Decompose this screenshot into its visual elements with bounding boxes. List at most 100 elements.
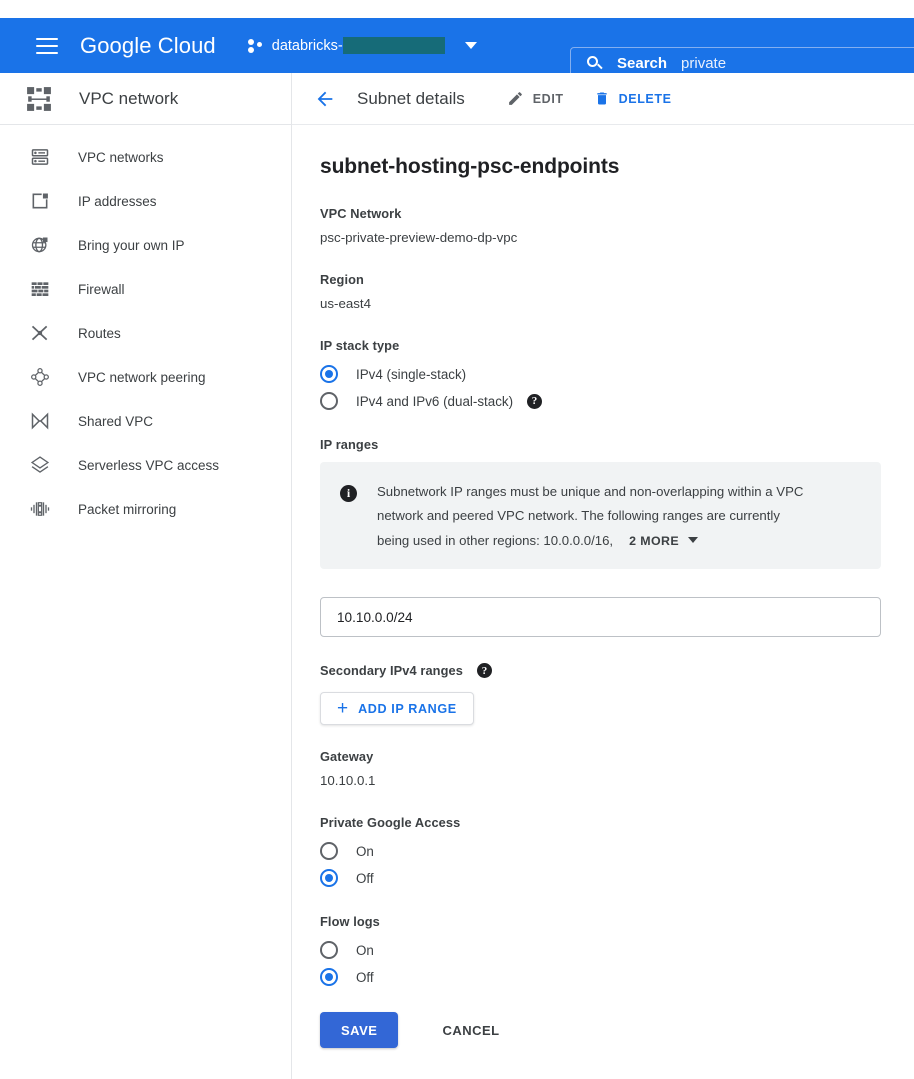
sidebar-item-shared-vpc[interactable]: Shared VPC	[0, 399, 291, 443]
sidebar: VPC network VPC networks IP addresses Br…	[0, 73, 292, 1079]
radio-button[interactable]	[320, 941, 338, 960]
delete-button[interactable]: DELETE	[594, 90, 672, 107]
radio-private-google-access-off[interactable]: Off	[320, 869, 886, 888]
sidebar-item-bring-your-own-ip[interactable]: Bring your own IP	[0, 223, 291, 267]
region-label: Region	[320, 272, 364, 287]
radio-ipv4-single-stack[interactable]: IPv4 (single-stack)	[320, 365, 886, 383]
project-selector[interactable]: databricks-	[247, 37, 477, 54]
ip-range-input[interactable]: 10.10.0.0/24	[320, 597, 881, 638]
radio-button[interactable]	[320, 968, 338, 987]
vpc-network-peering-icon	[31, 368, 49, 386]
sidebar-item-packet-mirroring[interactable]: Packet mirroring	[0, 487, 291, 531]
vpc-network-field: VPC Network psc-private-preview-demo-dp-…	[320, 206, 886, 245]
delete-button-label: DELETE	[618, 91, 672, 106]
show-more-ranges-button[interactable]: 2 MORE	[629, 530, 698, 553]
chevron-down-icon[interactable]	[464, 42, 477, 49]
vpc-network-icon	[27, 86, 51, 111]
sidebar-item-vpc-network-peering[interactable]: VPC network peering	[0, 355, 291, 399]
info-icon: i	[340, 485, 357, 502]
help-icon[interactable]: ?	[476, 663, 492, 679]
radio-button[interactable]	[320, 842, 338, 861]
sidebar-item-vpc-networks[interactable]: VPC networks	[0, 135, 291, 179]
hamburger-menu-icon[interactable]	[36, 37, 58, 54]
sidebar-item-label: Bring your own IP	[78, 237, 185, 253]
help-icon[interactable]: ?	[527, 393, 543, 409]
edit-button[interactable]: EDIT	[507, 90, 564, 107]
form-actions: SAVE CANCEL	[320, 1012, 886, 1079]
radio-label: Off	[356, 969, 374, 985]
add-ip-range-label: ADD IP RANGE	[358, 701, 457, 716]
radio-private-google-access-on[interactable]: On	[320, 842, 886, 861]
search-label: Search	[617, 55, 668, 72]
brand-logo[interactable]: Google Cloud	[80, 33, 216, 59]
cancel-button[interactable]: CANCEL	[432, 1012, 509, 1048]
pencil-icon	[508, 92, 522, 105]
redacted-project-suffix	[342, 37, 445, 54]
packet-mirroring-icon	[30, 502, 50, 516]
info-text: Subnetwork IP ranges must be unique and …	[377, 480, 803, 553]
sidebar-item-label: Shared VPC	[78, 413, 154, 429]
vpc-networks-icon	[31, 149, 49, 165]
radio-flow-logs-on[interactable]: On	[320, 941, 886, 960]
flow-logs-field: Flow logs On Off	[320, 914, 886, 987]
ip-ranges-info-box: i Subnetwork IP ranges must be unique an…	[320, 462, 881, 570]
sidebar-item-ip-addresses[interactable]: IP addresses	[0, 179, 291, 223]
gateway-field: Gateway 10.10.0.1	[320, 749, 886, 788]
sidebar-item-label: VPC network peering	[78, 369, 206, 385]
radio-label: IPv4 and IPv6 (dual-stack)	[356, 393, 514, 409]
gateway-label: Gateway	[320, 749, 374, 765]
save-button[interactable]: SAVE	[320, 1012, 399, 1049]
radio-ipv4-ipv6-dual-stack[interactable]: IPv4 and IPv6 (dual-stack) ?	[320, 392, 886, 410]
content-header: Subnet details EDIT DELETE	[292, 73, 914, 125]
radio-button[interactable]	[320, 869, 338, 888]
info-text-line-2: network and peered VPC network. The foll…	[377, 508, 780, 524]
show-more-label: 2 MORE	[629, 533, 679, 548]
sidebar-item-label: Firewall	[78, 281, 125, 297]
bring-your-own-ip-icon	[31, 237, 48, 253]
main-content: Subnet details EDIT DELETE subnet-hostin…	[292, 73, 914, 1079]
private-google-access-field: Private Google Access On Off	[320, 815, 886, 888]
page-header-title: Subnet details	[357, 88, 465, 108]
add-ip-range-button[interactable]: + ADD IP RANGE	[320, 692, 474, 726]
ip-addresses-icon	[32, 193, 48, 209]
sidebar-item-label: Packet mirroring	[78, 501, 177, 517]
search-icon	[587, 56, 603, 71]
project-name-text: databricks-	[271, 37, 343, 54]
sidebar-item-firewall[interactable]: Firewall	[0, 267, 291, 311]
region-field: Region us-east4	[320, 272, 886, 311]
radio-flow-logs-off[interactable]: Off	[320, 968, 886, 987]
secondary-ranges-label: Secondary IPv4 ranges	[320, 663, 463, 679]
sidebar-item-routes[interactable]: Routes	[0, 311, 291, 355]
region-value: us-east4	[320, 296, 371, 311]
project-name: databricks-	[272, 37, 445, 54]
vpc-network-label: VPC Network	[320, 206, 402, 221]
ip-range-input-value: 10.10.0.0/24	[337, 609, 413, 625]
radio-button[interactable]	[320, 392, 338, 410]
sidebar-item-label: Routes	[78, 325, 121, 341]
app-window: Google Cloud databricks- Search private	[0, 0, 914, 1079]
edit-button-label: EDIT	[532, 91, 564, 106]
details-form: subnet-hosting-psc-endpoints VPC Network…	[292, 125, 914, 1079]
sidebar-item-label: IP addresses	[78, 193, 157, 209]
radio-label: On	[356, 843, 374, 859]
firewall-icon	[31, 282, 49, 296]
vpc-network-value: psc-private-preview-demo-dp-vpc	[320, 230, 518, 245]
radio-label: On	[356, 942, 374, 958]
project-selector-icon	[247, 38, 264, 54]
sidebar-menu: VPC networks IP addresses Bring your own…	[0, 125, 291, 531]
sidebar-item-label: Serverless VPC access	[78, 457, 220, 473]
ip-ranges-field: IP ranges i Subnetwork IP ranges must be…	[320, 437, 886, 638]
sidebar-item-serverless-vpc-access[interactable]: Serverless VPC access	[0, 443, 291, 487]
shared-vpc-icon	[31, 412, 49, 430]
routes-icon	[31, 325, 48, 341]
back-arrow-icon[interactable]	[314, 88, 336, 110]
radio-label: Off	[356, 870, 374, 886]
secondary-ranges-field: Secondary IPv4 ranges ? + ADD IP RANGE	[320, 663, 886, 726]
info-text-line-3: being used in other regions: 10.0.0.0/16…	[377, 532, 614, 548]
sidebar-item-label: VPC networks	[78, 149, 164, 165]
flow-logs-label: Flow logs	[320, 914, 380, 930]
ip-ranges-label: IP ranges	[320, 437, 379, 452]
search-value: private	[681, 55, 727, 72]
page-title: subnet-hosting-psc-endpoints	[320, 155, 620, 178]
radio-button[interactable]	[320, 365, 338, 383]
